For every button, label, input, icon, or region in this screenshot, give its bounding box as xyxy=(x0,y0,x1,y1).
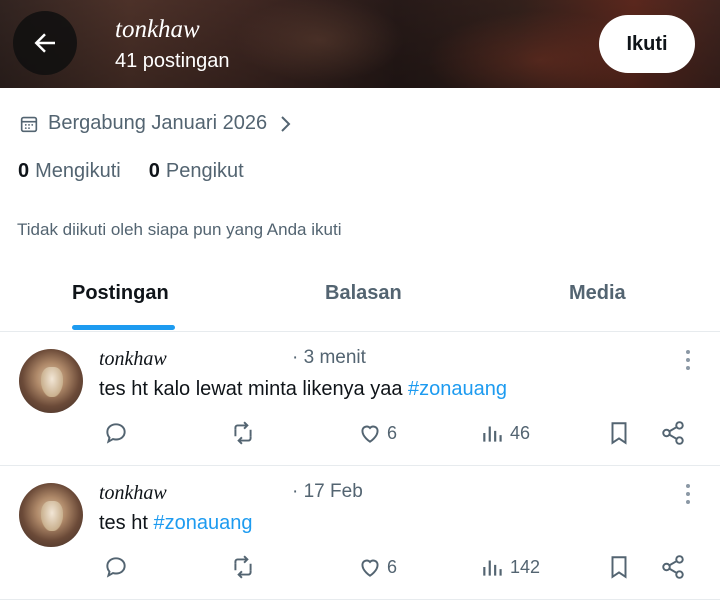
post-timestamp[interactable]: · 17 Feb xyxy=(292,481,363,503)
views-icon xyxy=(483,560,502,576)
avatar[interactable] xyxy=(19,483,83,547)
repost-button[interactable] xyxy=(230,420,256,446)
like-button[interactable]: 6 xyxy=(357,554,397,580)
tab-postingan[interactable]: Postingan xyxy=(72,282,169,305)
active-tab-indicator xyxy=(72,325,175,330)
post-timestamp[interactable]: · 3 menit xyxy=(292,347,366,369)
back-button[interactable] xyxy=(13,11,77,75)
views-count: 46 xyxy=(510,422,531,443)
post-item[interactable]: tonkhaw · 17 Feb tes ht #zonauang 6 142 xyxy=(0,466,720,600)
views-button[interactable]: 142 xyxy=(480,554,540,580)
heart-icon xyxy=(361,425,379,443)
like-count: 6 xyxy=(387,556,398,577)
reply-button[interactable] xyxy=(103,554,129,580)
follow-stats: 0 Mengikuti 0 Pengikut xyxy=(18,160,272,183)
like-count: 6 xyxy=(387,422,398,443)
post-body: tes ht xyxy=(99,512,154,534)
repost-button[interactable] xyxy=(230,554,256,580)
post-text: tes ht #zonauang xyxy=(99,512,252,535)
profile-header: tonkhaw 41 postingan Ikuti xyxy=(0,0,720,88)
header-post-count: 41 postingan xyxy=(115,50,230,72)
follow-button[interactable]: Ikuti xyxy=(599,15,695,73)
post-body: tes ht kalo lewat minta likenya yaa xyxy=(99,378,409,400)
tab-balasan[interactable]: Balasan xyxy=(325,282,402,305)
views-icon xyxy=(483,426,502,442)
profile-tabs: Postingan Balasan Media xyxy=(0,262,720,332)
bookmark-icon xyxy=(611,422,627,445)
chevron-right-icon xyxy=(281,115,291,132)
repost-icon xyxy=(234,421,252,445)
post-text: tes ht kalo lewat minta likenya yaa #zon… xyxy=(99,378,507,401)
avatar[interactable] xyxy=(19,349,83,413)
reply-button[interactable] xyxy=(103,420,129,446)
following-stat[interactable]: 0 Mengikuti xyxy=(18,160,121,183)
share-button[interactable] xyxy=(660,420,686,446)
calendar-icon xyxy=(20,116,38,132)
views-count: 142 xyxy=(510,556,541,577)
share-icon xyxy=(662,421,684,445)
following-count: 0 xyxy=(18,160,30,182)
share-icon xyxy=(662,555,684,579)
post-author[interactable]: tonkhaw xyxy=(99,348,167,371)
followers-count: 0 xyxy=(148,160,160,182)
post-actions: 6 46 xyxy=(0,420,720,450)
post-item[interactable]: tonkhaw · 3 menit tes ht kalo lewat mint… xyxy=(0,332,720,466)
not-followed-notice: Tidak diikuti oleh siapa pun yang Anda i… xyxy=(17,220,342,239)
post-actions: 6 142 xyxy=(0,554,720,584)
bookmark-button[interactable] xyxy=(606,420,632,446)
followers-label: Pengikut xyxy=(165,160,244,182)
header-username: tonkhaw xyxy=(115,16,200,43)
share-button[interactable] xyxy=(660,554,686,580)
views-button[interactable]: 46 xyxy=(480,420,530,446)
hashtag-link[interactable]: #zonauang xyxy=(408,378,507,400)
followers-stat[interactable]: 0 Pengikut xyxy=(149,160,244,183)
more-icon[interactable] xyxy=(683,350,693,372)
arrow-left-icon xyxy=(34,33,55,53)
joined-date[interactable]: Bergabung Januari 2026 xyxy=(18,112,293,135)
reply-icon xyxy=(106,423,126,444)
heart-icon xyxy=(361,559,379,577)
more-icon[interactable] xyxy=(683,484,693,506)
like-button[interactable]: 6 xyxy=(357,420,397,446)
hashtag-link[interactable]: #zonauang xyxy=(153,512,252,534)
bookmark-icon xyxy=(611,556,627,579)
bookmark-button[interactable] xyxy=(606,554,632,580)
repost-icon xyxy=(234,555,252,579)
reply-icon xyxy=(106,557,126,578)
post-author[interactable]: tonkhaw xyxy=(99,482,167,505)
tab-media[interactable]: Media xyxy=(569,282,626,305)
joined-text: Bergabung Januari 2026 xyxy=(48,112,268,134)
following-label: Mengikuti xyxy=(35,160,121,182)
